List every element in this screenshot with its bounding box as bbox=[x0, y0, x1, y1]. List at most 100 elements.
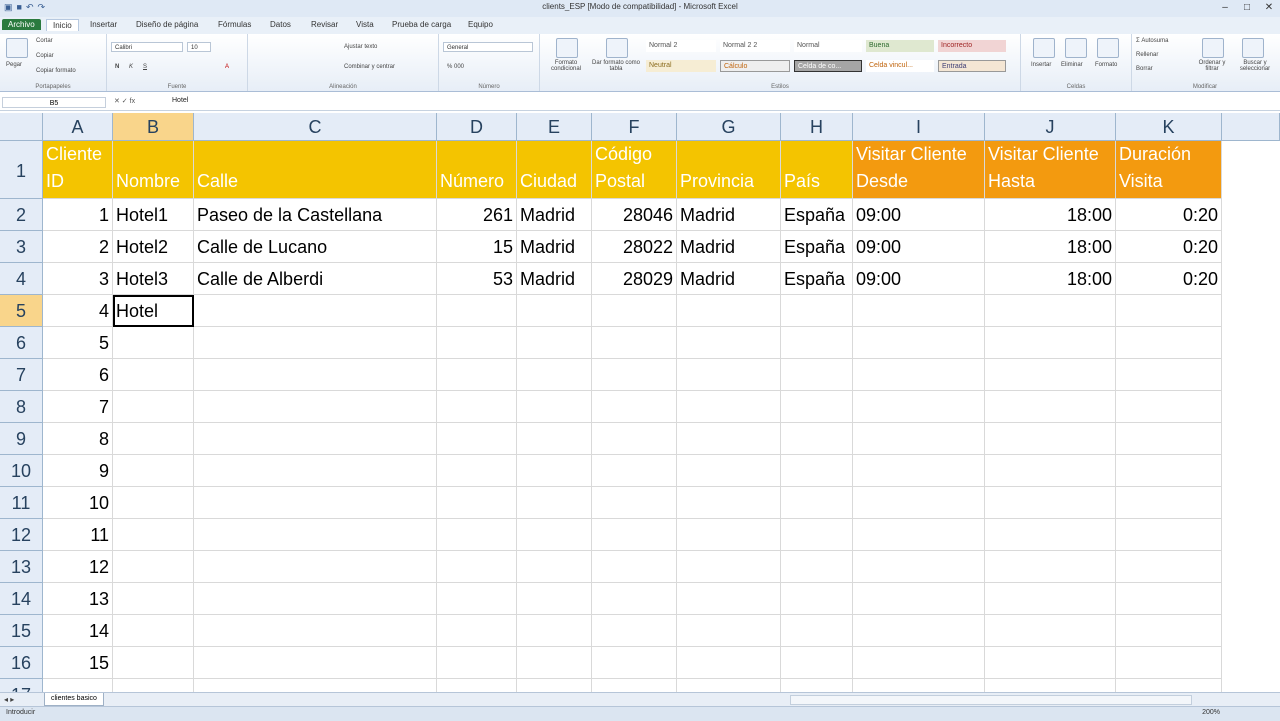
cell-a11[interactable]: 10 bbox=[43, 487, 113, 519]
cell-h8[interactable] bbox=[781, 391, 853, 423]
cell-f10[interactable] bbox=[592, 455, 677, 487]
cell-c9[interactable] bbox=[194, 423, 437, 455]
cell-d7[interactable] bbox=[437, 359, 517, 391]
cell-d16[interactable] bbox=[437, 647, 517, 679]
format-as-table-button[interactable]: Dar formato como tabla bbox=[592, 60, 640, 72]
cell-k5[interactable] bbox=[1116, 295, 1222, 327]
cell-b11[interactable] bbox=[113, 487, 194, 519]
cell-e13[interactable] bbox=[517, 551, 592, 583]
cell-e15[interactable] bbox=[517, 615, 592, 647]
cell-j15[interactable] bbox=[985, 615, 1116, 647]
cell-i3[interactable]: 09:00 bbox=[853, 231, 985, 263]
cell-h16[interactable] bbox=[781, 647, 853, 679]
autosum-button[interactable]: Σ Autosuma bbox=[1136, 38, 1168, 44]
cut-button[interactable]: Cortar bbox=[36, 38, 53, 44]
cell-a12[interactable]: 11 bbox=[43, 519, 113, 551]
cell-h5[interactable] bbox=[781, 295, 853, 327]
cell-b13[interactable] bbox=[113, 551, 194, 583]
cell-i14[interactable] bbox=[853, 583, 985, 615]
cell-g17[interactable] bbox=[677, 679, 781, 692]
cell-k14[interactable] bbox=[1116, 583, 1222, 615]
tab-vista[interactable]: Vista bbox=[350, 19, 380, 30]
cell-k10[interactable] bbox=[1116, 455, 1222, 487]
cell-c4[interactable]: Calle de Alberdi bbox=[194, 263, 437, 295]
cell-g8[interactable] bbox=[677, 391, 781, 423]
cell-a13[interactable]: 12 bbox=[43, 551, 113, 583]
row-header-8[interactable]: 8 bbox=[0, 391, 43, 423]
cell-j8[interactable] bbox=[985, 391, 1116, 423]
underline-icon[interactable]: S bbox=[143, 64, 147, 70]
cell-b12[interactable] bbox=[113, 519, 194, 551]
cell-i16[interactable] bbox=[853, 647, 985, 679]
tab-inicio[interactable]: Inicio bbox=[46, 19, 79, 31]
cell-h4[interactable]: España bbox=[781, 263, 853, 295]
cell-d3[interactable]: 15 bbox=[437, 231, 517, 263]
column-header-c[interactable]: C bbox=[194, 113, 437, 141]
tab-equipo[interactable]: Equipo bbox=[462, 19, 499, 30]
row-header-5[interactable]: 5 bbox=[0, 295, 43, 327]
cell-d13[interactable] bbox=[437, 551, 517, 583]
column-header-g[interactable]: G bbox=[677, 113, 781, 141]
format-as-table-icon[interactable] bbox=[606, 38, 628, 58]
style-normal[interactable]: Normal bbox=[794, 40, 862, 52]
cell-a9[interactable]: 8 bbox=[43, 423, 113, 455]
cell-d6[interactable] bbox=[437, 327, 517, 359]
sort-filter-button[interactable]: Ordenar y filtrar bbox=[1192, 60, 1232, 72]
cell-h12[interactable] bbox=[781, 519, 853, 551]
cell-b15[interactable] bbox=[113, 615, 194, 647]
cell-g2[interactable]: Madrid bbox=[677, 199, 781, 231]
fill-button[interactable]: Rellenar bbox=[1136, 52, 1158, 58]
cell-e12[interactable] bbox=[517, 519, 592, 551]
cell-k3[interactable]: 0:20 bbox=[1116, 231, 1222, 263]
cell-h6[interactable] bbox=[781, 327, 853, 359]
cell-a15[interactable]: 14 bbox=[43, 615, 113, 647]
cell-k7[interactable] bbox=[1116, 359, 1222, 391]
cell-f7[interactable] bbox=[592, 359, 677, 391]
column-header-l[interactable] bbox=[1222, 113, 1280, 141]
cell-i10[interactable] bbox=[853, 455, 985, 487]
cell-f16[interactable] bbox=[592, 647, 677, 679]
header-calle[interactable]: Calle bbox=[194, 141, 437, 199]
style-entrada[interactable]: Entrada bbox=[938, 60, 1006, 72]
style-neutral[interactable]: Neutral bbox=[646, 60, 716, 72]
cell-a3[interactable]: 2 bbox=[43, 231, 113, 263]
cell-b16[interactable] bbox=[113, 647, 194, 679]
cell-i6[interactable] bbox=[853, 327, 985, 359]
cell-b8[interactable] bbox=[113, 391, 194, 423]
cell-j13[interactable] bbox=[985, 551, 1116, 583]
cell-a5[interactable]: 4 bbox=[43, 295, 113, 327]
cell-b4[interactable]: Hotel3 bbox=[113, 263, 194, 295]
cell-h3[interactable]: España bbox=[781, 231, 853, 263]
row-header-17[interactable]: 17 bbox=[0, 679, 43, 692]
cell-c6[interactable] bbox=[194, 327, 437, 359]
cell-g14[interactable] bbox=[677, 583, 781, 615]
wrap-text-button[interactable]: Ajustar texto bbox=[344, 44, 377, 50]
cell-f12[interactable] bbox=[592, 519, 677, 551]
cell-e2[interactable]: Madrid bbox=[517, 199, 592, 231]
cell-i17[interactable] bbox=[853, 679, 985, 692]
cell-h11[interactable] bbox=[781, 487, 853, 519]
italic-icon[interactable]: K bbox=[129, 64, 133, 70]
cell-e5[interactable] bbox=[517, 295, 592, 327]
sort-filter-icon[interactable] bbox=[1202, 38, 1224, 58]
font-name-select[interactable]: Calibri bbox=[111, 42, 183, 52]
cell-i13[interactable] bbox=[853, 551, 985, 583]
column-header-f[interactable]: F bbox=[592, 113, 677, 141]
cell-b3[interactable]: Hotel2 bbox=[113, 231, 194, 263]
cell-d11[interactable] bbox=[437, 487, 517, 519]
cell-e9[interactable] bbox=[517, 423, 592, 455]
cell-e7[interactable] bbox=[517, 359, 592, 391]
cell-h14[interactable] bbox=[781, 583, 853, 615]
minimize-icon[interactable]: – bbox=[1214, 0, 1236, 16]
horizontal-scrollbar[interactable] bbox=[790, 695, 1192, 705]
active-cell-b5[interactable]: Hotel bbox=[113, 295, 194, 327]
row-header-15[interactable]: 15 bbox=[0, 615, 43, 647]
cell-j3[interactable]: 18:00 bbox=[985, 231, 1116, 263]
cell-a16[interactable]: 15 bbox=[43, 647, 113, 679]
column-header-i[interactable]: I bbox=[853, 113, 985, 141]
number-format-select[interactable]: General bbox=[443, 42, 533, 52]
row-header-3[interactable]: 3 bbox=[0, 231, 43, 263]
cell-e3[interactable]: Madrid bbox=[517, 231, 592, 263]
cell-k15[interactable] bbox=[1116, 615, 1222, 647]
cell-c14[interactable] bbox=[194, 583, 437, 615]
